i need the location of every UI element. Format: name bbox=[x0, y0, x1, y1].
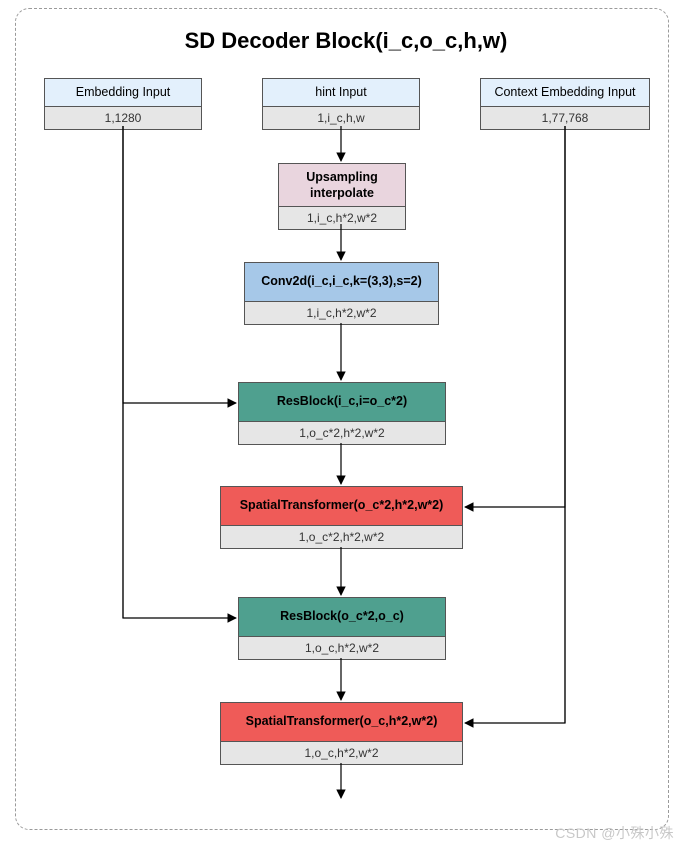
shape: 1,i_c,h*2,w*2 bbox=[245, 301, 438, 324]
node-embedding-input: Embedding Input 1,1280 bbox=[44, 78, 202, 130]
label: Context Embedding Input bbox=[481, 79, 649, 106]
label: Upsampling interpolate bbox=[279, 164, 405, 206]
label: Embedding Input bbox=[45, 79, 201, 106]
shape: 1,o_c*2,h*2,w*2 bbox=[239, 421, 445, 444]
node-upsample: Upsampling interpolate 1,i_c,h*2,w*2 bbox=[278, 163, 406, 230]
node-conv2d: Conv2d(i_c,i_c,k=(3,3),s=2) 1,i_c,h*2,w*… bbox=[244, 262, 439, 325]
shape: 1,o_c*2,h*2,w*2 bbox=[221, 525, 462, 548]
label: ResBlock(i_c,i=o_c*2) bbox=[239, 383, 445, 421]
node-spatialtransformer-2: SpatialTransformer(o_c,h*2,w*2) 1,o_c,h*… bbox=[220, 702, 463, 765]
diagram-title: SD Decoder Block(i_c,o_c,h,w) bbox=[0, 28, 692, 54]
label: hint Input bbox=[263, 79, 419, 106]
label: SpatialTransformer(o_c,h*2,w*2) bbox=[221, 703, 462, 741]
label: ResBlock(o_c*2,o_c) bbox=[239, 598, 445, 636]
shape: 1,o_c,h*2,w*2 bbox=[221, 741, 462, 764]
shape: 1,i_c,h*2,w*2 bbox=[279, 206, 405, 229]
shape: 1,77,768 bbox=[481, 106, 649, 129]
label: Conv2d(i_c,i_c,k=(3,3),s=2) bbox=[245, 263, 438, 301]
shape: 1,1280 bbox=[45, 106, 201, 129]
watermark: CSDN @小殊小殊 bbox=[555, 823, 674, 843]
node-resblock-2: ResBlock(o_c*2,o_c) 1,o_c,h*2,w*2 bbox=[238, 597, 446, 660]
label: SpatialTransformer(o_c*2,h*2,w*2) bbox=[221, 487, 462, 525]
node-resblock-1: ResBlock(i_c,i=o_c*2) 1,o_c*2,h*2,w*2 bbox=[238, 382, 446, 445]
node-hint-input: hint Input 1,i_c,h,w bbox=[262, 78, 420, 130]
shape: 1,i_c,h,w bbox=[263, 106, 419, 129]
node-spatialtransformer-1: SpatialTransformer(o_c*2,h*2,w*2) 1,o_c*… bbox=[220, 486, 463, 549]
shape: 1,o_c,h*2,w*2 bbox=[239, 636, 445, 659]
node-context-input: Context Embedding Input 1,77,768 bbox=[480, 78, 650, 130]
